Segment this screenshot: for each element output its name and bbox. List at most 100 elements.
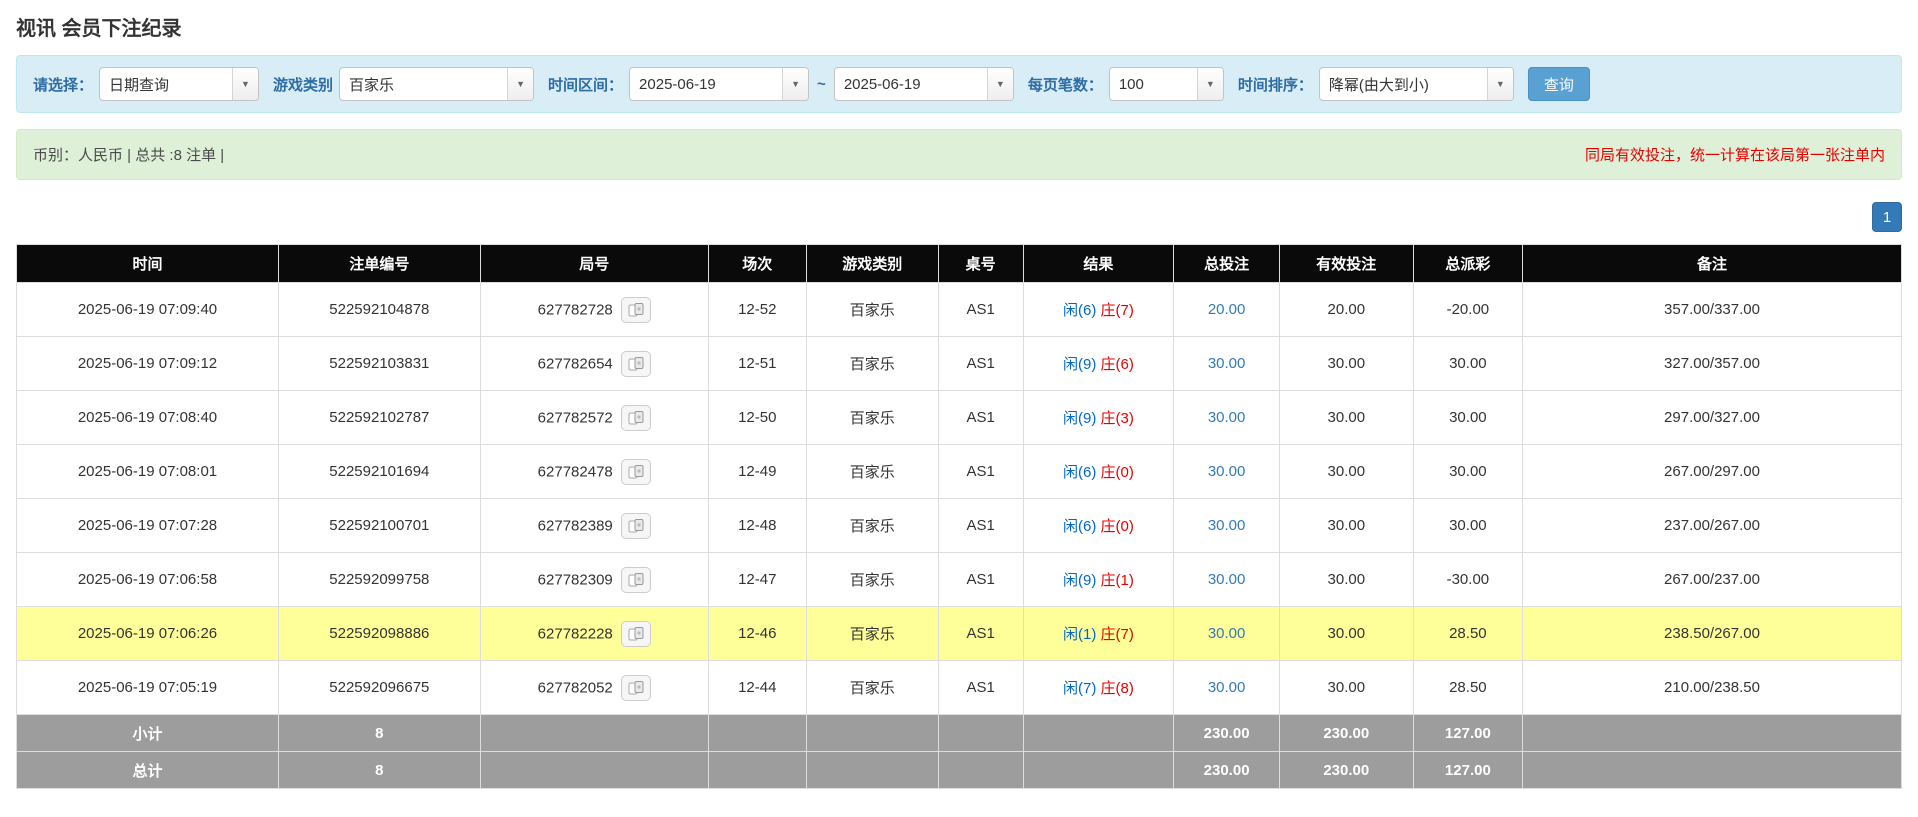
chevron-down-icon[interactable]: ▼	[1197, 68, 1223, 100]
table-row: 2025-06-19 07:08:40522592102787627782572…	[17, 391, 1902, 445]
sort-input[interactable]	[1320, 68, 1487, 100]
total-bet-link[interactable]: 30.00	[1208, 571, 1246, 588]
table-row: 2025-06-19 07:09:40522592104878627782728…	[17, 283, 1902, 337]
bet-id-cell: 522592099758	[279, 553, 481, 607]
total-bet-link[interactable]: 30.00	[1208, 679, 1246, 696]
sort-combobox[interactable]: ▼	[1319, 67, 1514, 101]
col-header-round-id: 局号	[480, 245, 708, 283]
result-player: 闲(9)	[1063, 572, 1096, 589]
bet-table-body: 2025-06-19 07:09:40522592104878627782728…	[17, 283, 1902, 715]
time-cell: 2025-06-19 07:07:28	[17, 499, 279, 553]
sort-label: 时间排序：	[1238, 74, 1313, 95]
table-no-cell: AS1	[938, 661, 1023, 715]
valid-bet-cell: 30.00	[1279, 607, 1413, 661]
session-cell: 12-47	[708, 553, 806, 607]
game-type-cell: 百家乐	[806, 607, 938, 661]
game-type-cell: 百家乐	[806, 283, 938, 337]
total-bet-link[interactable]: 30.00	[1208, 517, 1246, 534]
chevron-down-icon[interactable]: ▼	[987, 68, 1013, 100]
total-bet-cell: 30.00	[1174, 607, 1280, 661]
game-result-cards-icon[interactable]	[621, 459, 651, 485]
payout-cell: 28.50	[1413, 661, 1522, 715]
remark-cell: 297.00/327.00	[1523, 391, 1902, 445]
game-result-cards-icon[interactable]	[621, 621, 651, 647]
summary-empty-cell	[806, 715, 938, 752]
total-bet-link[interactable]: 30.00	[1208, 409, 1246, 426]
pagination: 1	[16, 202, 1902, 232]
time-cell: 2025-06-19 07:09:12	[17, 337, 279, 391]
game-result-cards-icon[interactable]	[621, 567, 651, 593]
query-type-input[interactable]	[100, 68, 232, 100]
summary-empty-cell	[1523, 715, 1902, 752]
round-id-cell: 627782728	[480, 283, 708, 337]
game-result-cards-icon[interactable]	[621, 297, 651, 323]
game-result-cards-icon[interactable]	[621, 675, 651, 701]
filter-bar: 请选择： ▼ 游戏类别 ▼ 时间区间： ▼ ~ ▼ 每页笔数： ▼ 时间排序： …	[16, 55, 1902, 113]
total-bet-link[interactable]: 30.00	[1208, 463, 1246, 480]
total-bet-cell: 30.00	[1174, 337, 1280, 391]
payout-cell: -30.00	[1413, 553, 1522, 607]
page-size-input[interactable]	[1110, 68, 1197, 100]
total-bet-link[interactable]: 30.00	[1208, 355, 1246, 372]
summary-empty-cell	[938, 715, 1023, 752]
game-result-cards-icon[interactable]	[621, 513, 651, 539]
page-size-combobox[interactable]: ▼	[1109, 67, 1224, 101]
summary-empty-cell	[708, 752, 806, 789]
date-to-input[interactable]	[835, 68, 987, 100]
table-no-cell: AS1	[938, 499, 1023, 553]
summary-empty-cell	[480, 752, 708, 789]
date-from-input[interactable]	[630, 68, 782, 100]
remark-cell: 267.00/297.00	[1523, 445, 1902, 499]
page: 视讯 会员下注纪录 请选择： ▼ 游戏类别 ▼ 时间区间： ▼ ~ ▼ 每页笔数…	[0, 0, 1918, 789]
bet-table-header: 时间 注单编号 局号 场次 游戏类别 桌号 结果 总投注 有效投注 总派彩 备注	[17, 245, 1902, 283]
col-header-table-no: 桌号	[938, 245, 1023, 283]
game-type-cell: 百家乐	[806, 553, 938, 607]
game-type-cell: 百家乐	[806, 391, 938, 445]
session-cell: 12-51	[708, 337, 806, 391]
result-cell: 闲(7) 庄(8)	[1023, 661, 1174, 715]
game-type-combobox[interactable]: ▼	[339, 67, 534, 101]
chevron-down-icon[interactable]: ▼	[1487, 68, 1513, 100]
summary-valid-bet-cell: 230.00	[1279, 752, 1413, 789]
valid-bet-cell: 30.00	[1279, 499, 1413, 553]
total-bet-link[interactable]: 20.00	[1208, 301, 1246, 318]
remark-cell: 210.00/238.50	[1523, 661, 1902, 715]
bet-table: 时间 注单编号 局号 场次 游戏类别 桌号 结果 总投注 有效投注 总派彩 备注…	[16, 244, 1902, 789]
result-player: 闲(9)	[1063, 356, 1096, 373]
payout-cell: 30.00	[1413, 391, 1522, 445]
result-banker: 庄(8)	[1101, 680, 1134, 697]
game-result-cards-icon[interactable]	[621, 405, 651, 431]
table-no-cell: AS1	[938, 337, 1023, 391]
total-bet-cell: 30.00	[1174, 553, 1280, 607]
round-id-text: 627782478	[538, 463, 613, 480]
col-header-bet-id: 注单编号	[279, 245, 481, 283]
round-id-text: 627782309	[538, 571, 613, 588]
remark-cell: 238.50/267.00	[1523, 607, 1902, 661]
summary-label-cell: 小计	[17, 715, 279, 752]
date-to-combobox[interactable]: ▼	[834, 67, 1014, 101]
total-bet-cell: 20.00	[1174, 283, 1280, 337]
total-bet-link[interactable]: 30.00	[1208, 625, 1246, 642]
col-header-result: 结果	[1023, 245, 1174, 283]
date-from-combobox[interactable]: ▼	[629, 67, 809, 101]
table-no-cell: AS1	[938, 607, 1023, 661]
round-id-cell: 627782572	[480, 391, 708, 445]
query-button[interactable]: 查询	[1528, 67, 1590, 101]
chevron-down-icon[interactable]: ▼	[782, 68, 808, 100]
time-cell: 2025-06-19 07:06:26	[17, 607, 279, 661]
table-no-cell: AS1	[938, 553, 1023, 607]
col-header-time: 时间	[17, 245, 279, 283]
valid-bet-cell: 30.00	[1279, 337, 1413, 391]
game-result-cards-icon[interactable]	[621, 351, 651, 377]
page-number-button[interactable]: 1	[1872, 202, 1902, 232]
chevron-down-icon[interactable]: ▼	[507, 68, 533, 100]
summary-empty-cell	[938, 752, 1023, 789]
chevron-down-icon[interactable]: ▼	[232, 68, 258, 100]
round-id-cell: 627782389	[480, 499, 708, 553]
col-header-valid-bet: 有效投注	[1279, 245, 1413, 283]
summary-empty-cell	[1523, 752, 1902, 789]
remark-cell: 267.00/237.00	[1523, 553, 1902, 607]
game-type-input[interactable]	[340, 68, 507, 100]
round-id-text: 627782572	[538, 409, 613, 426]
query-type-combobox[interactable]: ▼	[99, 67, 259, 101]
